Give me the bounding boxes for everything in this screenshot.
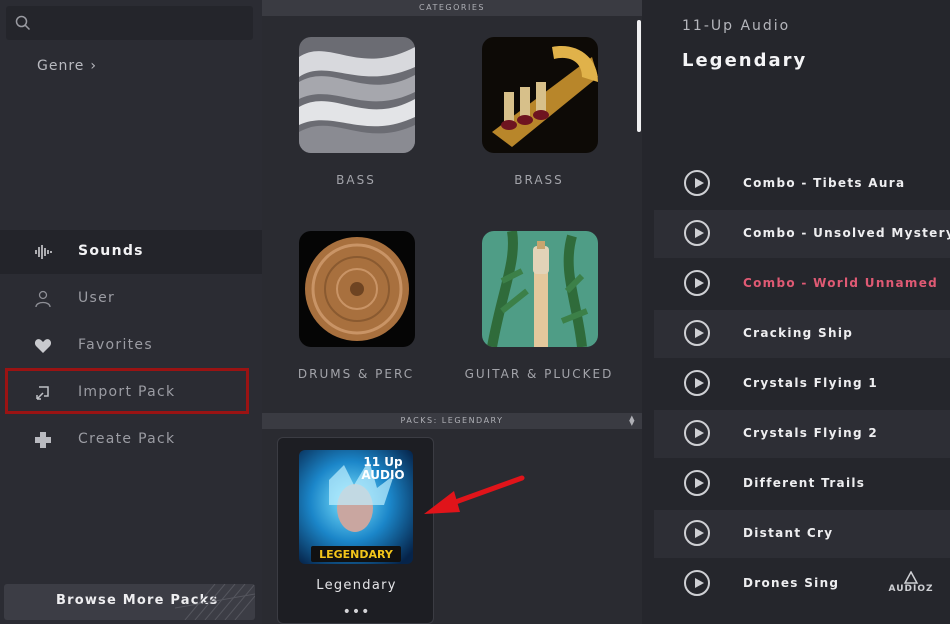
category-drums-perc-label: DRUMS & PERC <box>297 367 415 381</box>
category-bass-label: BASS <box>336 173 376 187</box>
pack-artist: 11-Up Audio <box>682 18 791 34</box>
nav-sounds[interactable]: Sounds <box>0 230 262 274</box>
track-name: Distant Cry <box>743 526 834 540</box>
play-icon[interactable] <box>684 370 710 396</box>
brass-artwork <box>482 37 598 153</box>
pack-art-title: LEGENDARY <box>319 548 393 561</box>
pack-name: Legendary <box>316 578 397 593</box>
play-icon[interactable] <box>684 170 710 196</box>
nav-user-label: User <box>78 290 116 306</box>
browse-more-packs-button[interactable]: Browse More Packs <box>4 584 255 620</box>
category-guitar-plucked-label: GUITAR & PLUCKED <box>464 367 614 381</box>
pack-artwork: 11 Up AUDIO LEGENDARY <box>299 450 413 564</box>
track-row[interactable]: Different Trails <box>654 460 950 508</box>
sidebar: Genre › Sounds User Favorites Import Pack… <box>0 0 262 624</box>
nav-create-pack-label: Create Pack <box>78 431 176 447</box>
keyboard-decoration <box>175 584 255 620</box>
nav-favorites[interactable]: Favorites <box>0 324 262 368</box>
watermark-icon <box>903 570 919 584</box>
watermark-logo: AUDIOZ <box>880 570 942 606</box>
track-name: Crystals Flying 2 <box>743 426 878 440</box>
play-icon[interactable] <box>684 420 710 446</box>
track-name: Combo - Tibets Aura <box>743 176 906 190</box>
category-brass-label: BRASS <box>514 173 564 187</box>
search-icon <box>15 15 31 31</box>
packs-header[interactable]: PACKS: LEGENDARY ▲ ▼ <box>262 413 642 429</box>
pack-art-brand: 11 Up AUDIO <box>361 455 405 482</box>
user-icon <box>35 290 51 308</box>
import-pack-highlight-annotation <box>5 368 249 414</box>
track-row[interactable]: Crystals Flying 1 <box>654 360 950 408</box>
nav-user[interactable]: User <box>0 277 262 321</box>
nav-sounds-label: Sounds <box>78 243 144 259</box>
packs-header-label: PACKS: LEGENDARY <box>400 416 504 425</box>
track-name: Cracking Ship <box>743 326 854 340</box>
category-bass-tile[interactable] <box>299 37 415 153</box>
pack-detail-panel: 11-Up Audio Legendary Combo - Tibets Aur… <box>642 0 950 624</box>
category-guitar-plucked-tile[interactable] <box>482 231 598 347</box>
puzzle-icon <box>35 432 51 448</box>
search-input[interactable] <box>6 6 253 40</box>
sort-icon[interactable]: ▲ ▼ <box>629 415 636 427</box>
pack-title: Legendary <box>682 50 808 71</box>
play-icon[interactable] <box>684 520 710 546</box>
play-icon[interactable] <box>684 270 710 296</box>
play-icon[interactable] <box>684 220 710 246</box>
more-options-icon[interactable]: ••• <box>278 604 435 620</box>
track-name: Crystals Flying 1 <box>743 376 878 390</box>
watermark-text: AUDIOZ <box>888 584 934 594</box>
bass-artwork <box>299 37 415 153</box>
track-row[interactable]: Cracking Ship <box>654 310 950 358</box>
track-name: Different Trails <box>743 476 866 490</box>
chevron-right-icon: › <box>90 58 98 74</box>
nav-favorites-label: Favorites <box>78 337 153 353</box>
heart-icon <box>34 339 52 353</box>
genre-filter[interactable]: Genre › <box>37 58 97 74</box>
categories-header: CATEGORIES <box>262 0 642 16</box>
track-row[interactable]: Combo - Unsolved Mystery <box>654 210 950 258</box>
guitar-artwork <box>482 231 598 347</box>
track-row[interactable]: Combo - World Unnamed <box>654 260 950 308</box>
play-icon[interactable] <box>684 320 710 346</box>
category-drums-perc-tile[interactable] <box>299 231 415 347</box>
track-row[interactable]: Combo - Tibets Aura <box>654 160 950 208</box>
track-row[interactable]: Crystals Flying 2 <box>654 410 950 458</box>
drums-artwork <box>299 231 415 347</box>
play-icon[interactable] <box>684 570 710 596</box>
track-name: Combo - World Unnamed <box>743 276 939 290</box>
track-name: Combo - Unsolved Mystery <box>743 226 950 240</box>
track-name: Drones Sing <box>743 576 840 590</box>
waveform-icon <box>35 245 52 259</box>
pack-card-legendary[interactable]: 11 Up AUDIO LEGENDARY Legendary ••• <box>277 437 434 624</box>
track-row[interactable]: Distant Cry <box>654 510 950 558</box>
play-icon[interactable] <box>684 470 710 496</box>
nav-create-pack[interactable]: Create Pack <box>0 418 262 462</box>
genre-label: Genre <box>37 58 85 74</box>
categories-scrollbar[interactable] <box>637 20 641 132</box>
annotation-arrow <box>424 475 525 514</box>
category-brass-tile[interactable] <box>482 37 598 153</box>
